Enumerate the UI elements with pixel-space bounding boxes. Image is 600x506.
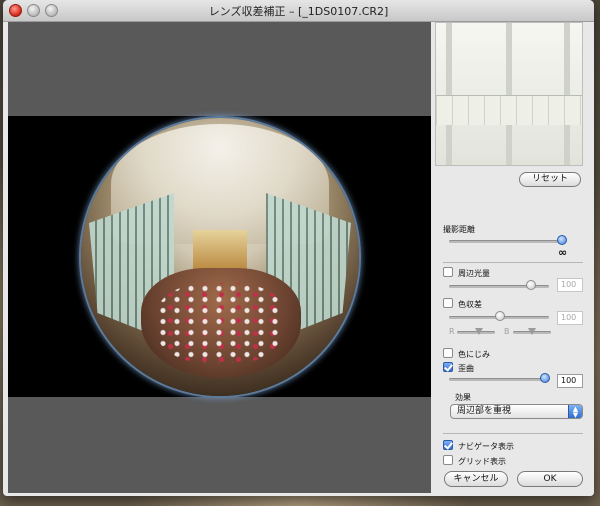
peripheral-illumination-checkbox[interactable] — [443, 267, 453, 277]
title-bar[interactable]: レンズ収差補正 – [_1DS0107.CR2] — [3, 0, 594, 22]
divider — [443, 262, 583, 263]
distortion-value[interactable]: 100 — [557, 374, 583, 388]
distortion-label: 歪曲 — [458, 364, 474, 373]
color-blur-label: 色にじみ — [458, 350, 490, 359]
peripheral-illumination-value[interactable]: 100 — [557, 278, 583, 292]
grid-label: グリッド表示 — [458, 457, 506, 466]
navigator-label: ナビゲータ表示 — [458, 442, 514, 451]
shooting-distance-label: 撮影距離 — [443, 225, 475, 234]
shooting-distance-track — [449, 240, 563, 243]
grid-checkbox[interactable] — [443, 455, 453, 465]
chromatic-aberration-label: 色収差 — [458, 300, 482, 309]
b-label: B — [504, 327, 510, 336]
divider — [443, 433, 583, 434]
correction-panel: リセット 撮影距離 ∞ 周辺光量 100 色収差 100 R B 色にじみ 歪曲… — [431, 22, 594, 496]
close-window-button[interactable] — [9, 4, 22, 17]
effect-selected-value: 周辺部を重視 — [457, 406, 512, 416]
reset-button[interactable]: リセット — [519, 172, 581, 187]
window-title: レンズ収差補正 – [_1DS0107.CR2] — [208, 5, 389, 18]
peripheral-illumination-label: 周辺光量 — [458, 269, 490, 278]
zoom-window-button[interactable] — [45, 4, 58, 17]
navigator-preview[interactable] — [435, 22, 583, 166]
effect-select[interactable]: 周辺部を重視 ▲ ▼ — [450, 404, 583, 419]
chromatic-aberration-slider[interactable] — [495, 311, 505, 321]
cancel-button[interactable]: キャンセル — [444, 471, 508, 487]
effect-label: 効果 — [455, 393, 471, 402]
chromatic-aberration-value[interactable]: 100 — [557, 311, 583, 325]
updown-arrows-icon: ▲ ▼ — [568, 405, 582, 419]
image-viewer[interactable] — [8, 22, 431, 493]
navigator-checkbox[interactable] — [443, 440, 453, 450]
distortion-checkbox[interactable] — [443, 362, 453, 372]
infinity-label: ∞ — [558, 246, 568, 259]
r-slider[interactable] — [475, 328, 483, 335]
minimize-window-button[interactable] — [27, 4, 40, 17]
shooting-distance-slider[interactable] — [557, 235, 567, 245]
distortion-slider[interactable] — [540, 373, 550, 383]
b-slider[interactable] — [528, 328, 536, 335]
color-blur-checkbox[interactable] — [443, 348, 453, 358]
distortion-track — [449, 378, 549, 381]
r-label: R — [449, 327, 455, 336]
lens-correction-window: レンズ収差補正 – [_1DS0107.CR2] リセット 撮影距離 ∞ 周辺光… — [3, 0, 594, 496]
chromatic-aberration-checkbox[interactable] — [443, 298, 453, 308]
fisheye-photo — [81, 118, 359, 396]
ok-button[interactable]: OK — [517, 471, 583, 487]
peripheral-illumination-slider[interactable] — [526, 280, 536, 290]
